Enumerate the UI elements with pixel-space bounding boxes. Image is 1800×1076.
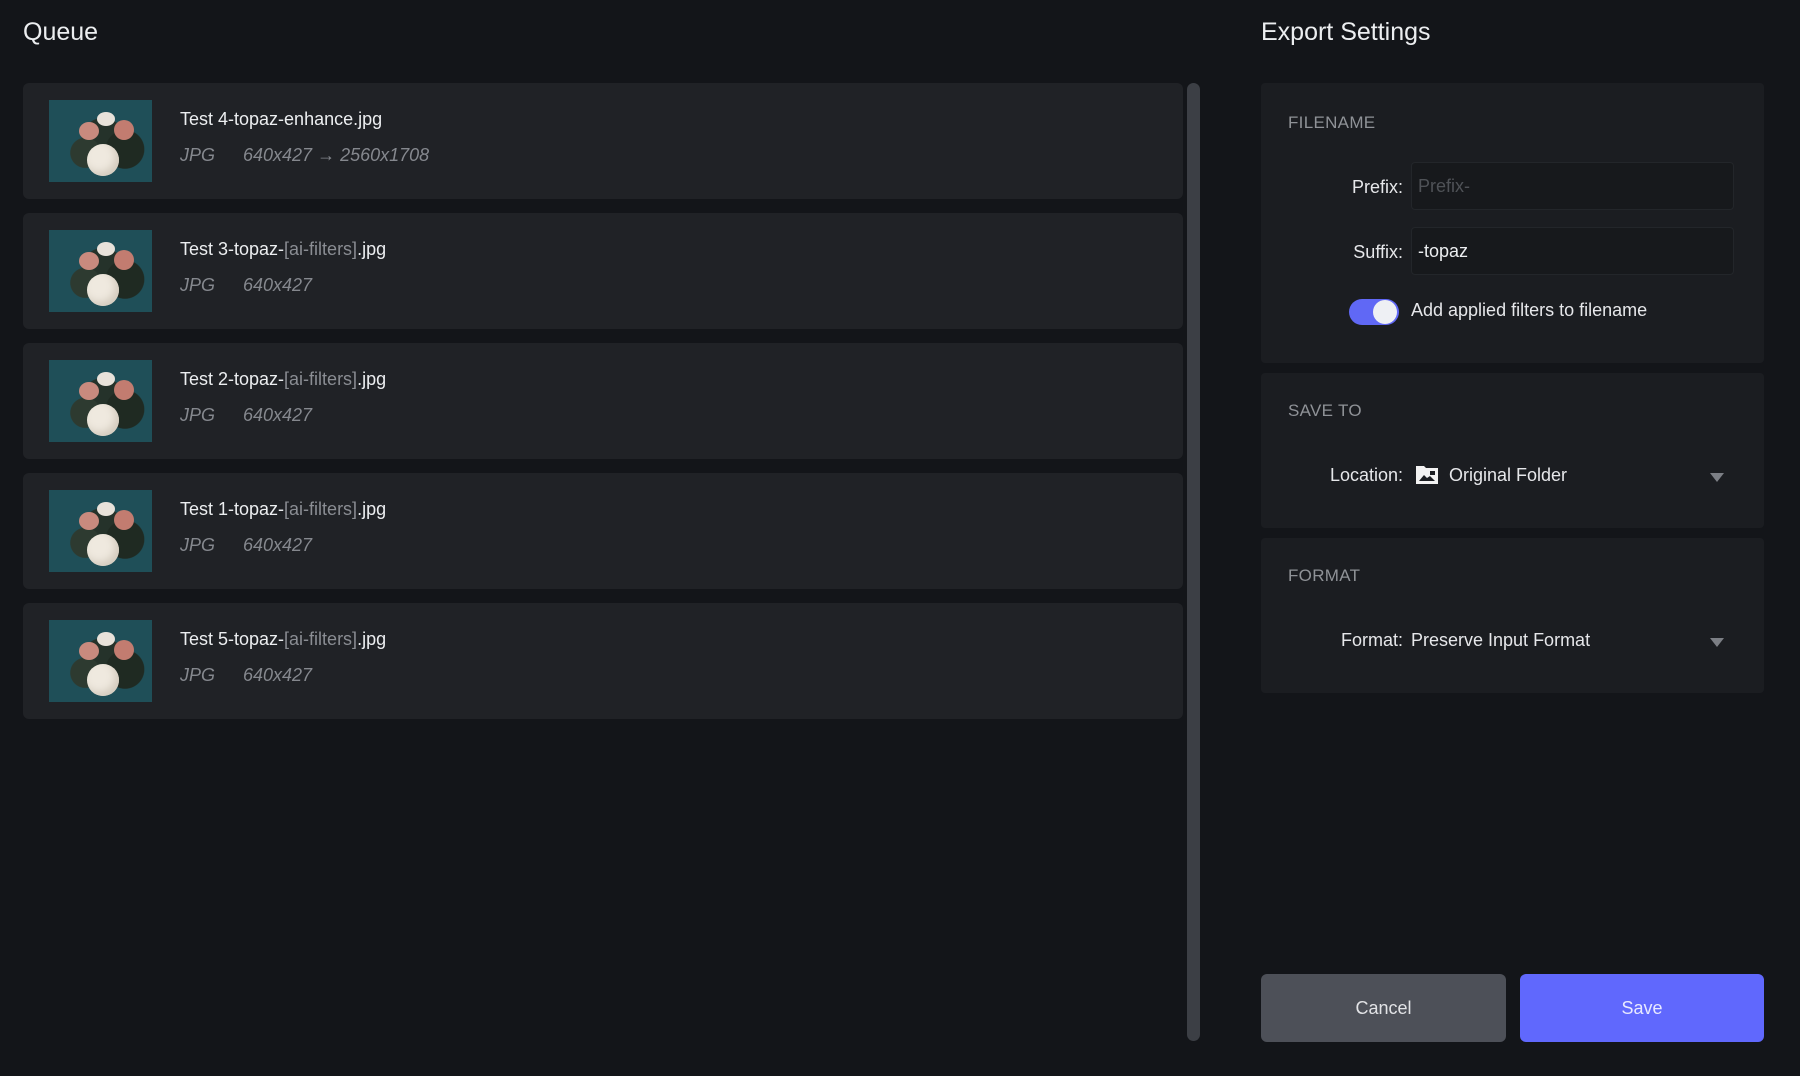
add-filters-toggle[interactable] xyxy=(1349,299,1399,325)
location-select[interactable]: Original Folder xyxy=(1411,455,1734,495)
thumbnail-image xyxy=(49,100,152,182)
file-meta: JPG 640x427 xyxy=(180,665,312,686)
format-heading: FORMAT xyxy=(1288,566,1361,585)
file-name-base: Test 4-topaz-enhance.jpg xyxy=(180,109,383,129)
prefix-label: Prefix: xyxy=(1351,177,1403,197)
file-dimensions: 640x427 xyxy=(243,405,313,425)
file-name: Test 4-topaz-enhance.jpg xyxy=(180,109,382,130)
file-format: JPG xyxy=(180,405,216,425)
cancel-button[interactable]: Cancel xyxy=(1261,974,1506,1042)
file-meta: JPG 640x427 xyxy=(180,535,312,556)
image-folder-icon xyxy=(1416,466,1438,484)
file-name: Test 5-topaz-[ai-filters].jpg xyxy=(180,629,386,650)
save-to-section: SAVE TO Location: Original Folder xyxy=(1261,373,1764,528)
queue-item[interactable]: Test 3-topaz-[ai-filters].jpg JPG 640x427 xyxy=(23,213,1183,329)
suffix-label: Suffix: xyxy=(1353,242,1403,262)
queue-item[interactable]: Test 5-topaz-[ai-filters].jpg JPG 640x427 xyxy=(23,603,1183,719)
thumbnail-image xyxy=(49,490,152,572)
chevron-down-icon xyxy=(1710,638,1724,647)
queue-item[interactable]: Test 2-topaz-[ai-filters].jpg JPG 640x427 xyxy=(23,343,1183,459)
format-value: Preserve Input Format xyxy=(1411,630,1591,650)
queue-list: Test 4-topaz-enhance.jpg JPG 640x427 → 25… xyxy=(23,83,1183,733)
file-name-ext: .jpg xyxy=(357,629,387,649)
suffix-input[interactable] xyxy=(1411,227,1734,275)
file-dimensions: 640x427 → 2560x1708 xyxy=(243,145,430,165)
queue-item[interactable]: Test 1-topaz-[ai-filters].jpg JPG 640x427 xyxy=(23,473,1183,589)
toggle-knob xyxy=(1373,300,1397,324)
export-settings-title: Export Settings xyxy=(1261,18,1431,46)
file-name: Test 3-topaz-[ai-filters].jpg xyxy=(180,239,386,260)
filename-section: FILENAME Prefix: Suffix: Add applied fil… xyxy=(1261,83,1764,363)
file-name-base: Test 3-topaz- xyxy=(180,239,285,259)
file-name-filters: [ai-filters] xyxy=(284,499,358,519)
file-format: JPG xyxy=(180,145,216,165)
file-name-ext: .jpg xyxy=(357,239,387,259)
format-select[interactable]: Preserve Input Format xyxy=(1411,620,1734,660)
format-label: Format: xyxy=(1340,630,1403,650)
file-name-base: Test 1-topaz- xyxy=(180,499,285,519)
queue-item[interactable]: Test 4-topaz-enhance.jpg JPG 640x427 → 25… xyxy=(23,83,1183,199)
file-name: Test 2-topaz-[ai-filters].jpg xyxy=(180,369,386,390)
location-value: Original Folder xyxy=(1449,465,1568,485)
file-format: JPG xyxy=(180,275,216,295)
queue-scrollbar[interactable] xyxy=(1187,83,1200,1041)
thumbnail-image xyxy=(49,360,152,442)
file-meta: JPG 640x427 xyxy=(180,405,312,426)
file-name-filters: [ai-filters] xyxy=(284,629,358,649)
location-label: Location: xyxy=(1329,465,1403,485)
file-name-ext: .jpg xyxy=(357,369,387,389)
save-button[interactable]: Save xyxy=(1520,974,1764,1042)
file-name-ext: .jpg xyxy=(357,499,387,519)
save-to-heading: SAVE TO xyxy=(1288,401,1362,420)
file-format: JPG xyxy=(180,535,216,555)
add-filters-toggle-label: Add applied filters to filename xyxy=(1411,300,1648,320)
file-dimensions: 640x427 xyxy=(243,275,313,295)
file-format: JPG xyxy=(180,665,216,685)
filename-heading: FILENAME xyxy=(1288,113,1376,132)
file-name-base: Test 2-topaz- xyxy=(180,369,285,389)
prefix-input[interactable] xyxy=(1411,162,1734,210)
file-name-base: Test 5-topaz- xyxy=(180,629,285,649)
thumbnail-image xyxy=(49,620,152,702)
file-name-filters: [ai-filters] xyxy=(284,239,358,259)
file-meta: JPG 640x427 xyxy=(180,275,312,296)
file-dimensions: 640x427 xyxy=(243,535,313,555)
format-section: FORMAT Format: Preserve Input Format xyxy=(1261,538,1764,693)
file-meta: JPG 640x427 → 2560x1708 xyxy=(180,145,429,166)
thumbnail-image xyxy=(49,230,152,312)
file-name: Test 1-topaz-[ai-filters].jpg xyxy=(180,499,386,520)
chevron-down-icon xyxy=(1710,473,1724,482)
queue-title: Queue xyxy=(23,18,99,46)
file-name-filters: [ai-filters] xyxy=(284,369,358,389)
file-dimensions: 640x427 xyxy=(243,665,313,685)
